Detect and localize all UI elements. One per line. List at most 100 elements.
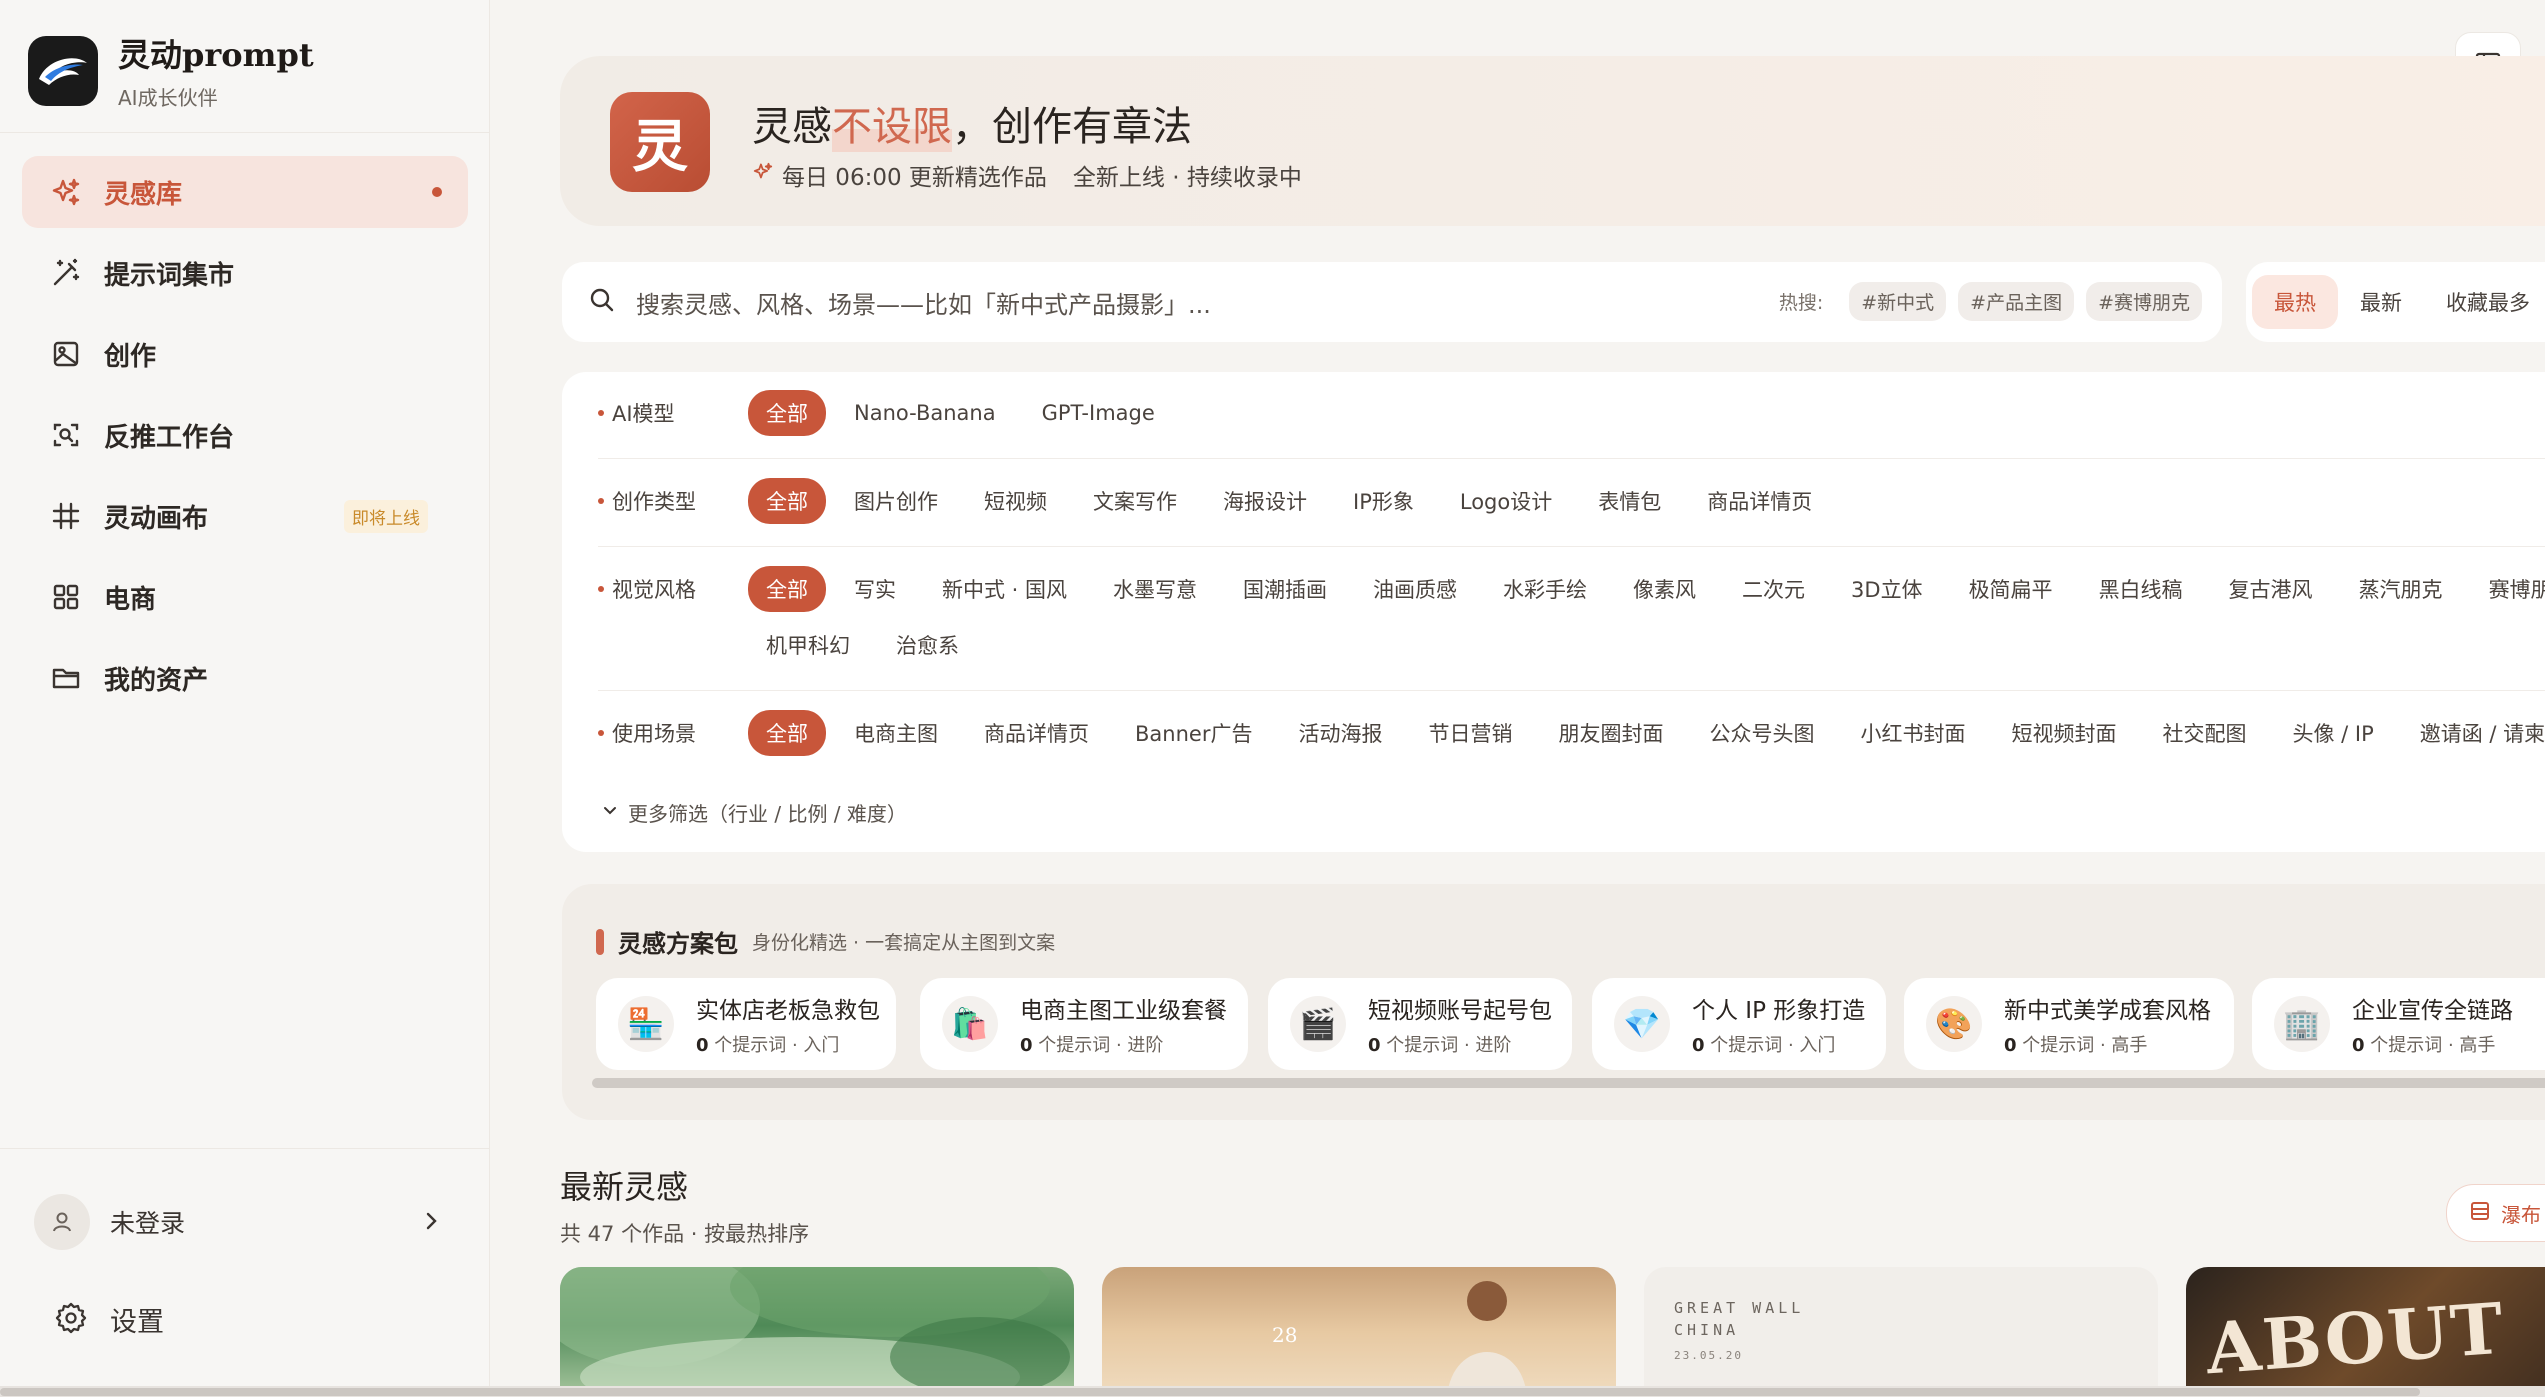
artwork-card[interactable]: 28 — [1102, 1267, 1616, 1397]
sort-hottest[interactable]: 最热 — [2252, 275, 2338, 329]
sidebar-item-reverse-workbench[interactable]: 反推工作台 — [22, 399, 468, 471]
settings-button[interactable]: 设置 — [54, 1300, 164, 1339]
packs-scrollbar[interactable] — [592, 1078, 2545, 1088]
artwork-card[interactable]: GREAT WALL CHINA 23.05.20 — [1644, 1267, 2158, 1397]
magic-wand-icon — [48, 255, 84, 291]
filter-chip[interactable]: Nano-Banana — [854, 401, 996, 425]
sidebar-item-prompt-market[interactable]: 提示词集市 — [22, 237, 468, 309]
sidebar: 灵动prompt AI成长伙伴 灵感库 提示词集市 创作 反推工作台 灵动画布 … — [0, 0, 490, 1397]
filter-chip[interactable]: 文案写作 — [1093, 486, 1177, 516]
chevron-down-icon — [600, 800, 620, 825]
filter-chip[interactable]: 头像 / IP — [2292, 718, 2373, 748]
pack-card[interactable]: 🏪 实体店老板急救包 0 个提示词 · 入门 — [596, 978, 896, 1070]
filter-chip[interactable]: 全部 — [748, 478, 826, 524]
filter-chip[interactable]: 新中式 · 国风 — [942, 574, 1067, 604]
divider — [598, 458, 2545, 459]
filter-chip[interactable]: 图片创作 — [854, 486, 938, 516]
filter-chip[interactable]: 写实 — [854, 574, 896, 604]
pack-card[interactable]: 🏢 企业宣传全链路 0 个提示词 · 高手 — [2252, 978, 2545, 1070]
sort-most-saved[interactable]: 收藏最多 — [2424, 275, 2545, 329]
filter-chip[interactable]: 商品详情页 — [1707, 486, 1812, 516]
sidebar-item-inspiration[interactable]: 灵感库 — [22, 156, 468, 228]
sidebar-item-my-assets[interactable]: 我的资产 — [22, 642, 468, 714]
filter-chip[interactable]: 水墨写意 — [1113, 574, 1197, 604]
packs-title: 灵感方案包 — [618, 930, 738, 958]
chevron-right-icon — [418, 1208, 444, 1238]
sidebar-item-label: 灵感库 — [104, 179, 183, 210]
pack-card[interactable]: 🎬 短视频账号起号包 0 个提示词 · 进阶 — [1268, 978, 1572, 1070]
filter-chip[interactable]: 国潮插画 — [1243, 574, 1327, 604]
filter-chip[interactable]: 公众号头图 — [1709, 718, 1814, 748]
user-icon — [53, 1212, 71, 1232]
pack-meta: 0 个提示词 · 进阶 — [1368, 1031, 1552, 1057]
hot-tag[interactable]: #产品主图 — [1958, 282, 2075, 321]
filter-chip[interactable]: 3D立体 — [1851, 574, 1923, 604]
more-filters-toggle[interactable]: 更多筛选（行业 / 比例 / 难度） — [600, 798, 907, 827]
filter-chip[interactable]: 邀请函 / 请柬 — [2420, 718, 2545, 748]
pack-meta: 0 个提示词 · 高手 — [2004, 1031, 2211, 1057]
filter-chip[interactable]: 活动海报 — [1298, 718, 1382, 748]
filter-chip[interactable]: GPT-Image — [1042, 401, 1155, 425]
search-input[interactable]: 搜索灵感、风格、场景——比如「新中式产品摄影」... — [636, 285, 1211, 320]
hero-update-time: 每日 06:00 更新精选作品 — [782, 165, 1047, 191]
hot-tag[interactable]: #新中式 — [1849, 282, 1947, 321]
filter-chip[interactable]: 二次元 — [1742, 574, 1805, 604]
shopping-bags-icon: 🛍️ — [942, 996, 998, 1052]
filter-chip[interactable]: 复古港风 — [2229, 574, 2313, 604]
sidebar-item-label: 反推工作台 — [104, 422, 235, 453]
filter-chip[interactable]: 极简扁平 — [1969, 574, 2053, 604]
filter-chip[interactable]: 表情包 — [1598, 486, 1661, 516]
filter-chip[interactable]: 短视频封面 — [2011, 718, 2116, 748]
artwork-text: ABOUT — [2203, 1286, 2508, 1391]
view-toggle-label: 瀑布 — [2501, 1202, 2541, 1227]
filter-chip[interactable]: 黑白线稿 — [2099, 574, 2183, 604]
brand[interactable]: 灵动prompt AI成长伙伴 — [28, 30, 314, 111]
user-login-row[interactable]: 未登录 — [34, 1192, 444, 1252]
filter-chip[interactable]: Banner广告 — [1135, 718, 1252, 748]
hot-tag[interactable]: #赛博朋克 — [2086, 282, 2202, 321]
filter-chip[interactable]: Logo设计 — [1460, 486, 1552, 516]
waterfall-view-toggle[interactable]: 瀑布 — [2446, 1184, 2545, 1242]
packs-header: 灵感方案包 身份化精选 · 一套搞定从主图到文案 — [596, 924, 1055, 959]
filter-chip[interactable]: 节日营销 — [1428, 718, 1512, 748]
avatar — [34, 1194, 90, 1250]
filter-chip[interactable]: 商品详情页 — [984, 718, 1089, 748]
filter-chip[interactable]: 全部 — [748, 710, 826, 756]
sidebar-nav: 灵感库 提示词集市 创作 反推工作台 灵动画布 即将上线 电商 我的资产 — [22, 156, 468, 723]
latest-subtitle: 共 47 个作品 · 按最热排序 — [560, 1222, 810, 1246]
artwork-card[interactable]: ABOUT — [2186, 1267, 2545, 1397]
filter-chip[interactable]: 朋友圈封面 — [1558, 718, 1663, 748]
filter-chip[interactable]: 小红书封面 — [1860, 718, 1965, 748]
filter-chip[interactable]: IP形象 — [1353, 486, 1414, 516]
pack-card[interactable]: 🎨 新中式美学成套风格 0 个提示词 · 高手 — [1904, 978, 2234, 1070]
sidebar-item-ecommerce[interactable]: 电商 — [22, 561, 468, 633]
hero-subtitle: 每日 06:00 更新精选作品 全新上线 · 持续收录中 — [752, 158, 1302, 192]
filter-chip[interactable]: 短视频 — [984, 486, 1047, 516]
pack-title: 短视频账号起号包 — [1368, 998, 1552, 1024]
search-bar[interactable]: 搜索灵感、风格、场景——比如「新中式产品摄影」... 热搜: #新中式 #产品主… — [562, 262, 2222, 342]
filter-chip[interactable]: 全部 — [748, 566, 826, 612]
pack-card[interactable]: 💎 个人 IP 形象打造 0 个提示词 · 入门 — [1592, 978, 1886, 1070]
filter-chip[interactable]: 电商主图 — [854, 718, 938, 748]
filter-chip[interactable]: 治愈系 — [896, 630, 959, 660]
brand-subtitle: AI成长伙伴 — [118, 86, 218, 110]
hot-label: 热搜: — [1778, 292, 1824, 314]
artwork-text-line: CHINA — [1674, 1321, 1740, 1339]
sort-newest[interactable]: 最新 — [2338, 275, 2424, 329]
filter-chip[interactable]: 油画质感 — [1373, 574, 1457, 604]
filter-chip[interactable]: 水彩手绘 — [1503, 574, 1587, 604]
divider — [0, 132, 490, 133]
pack-title: 实体店老板急救包 — [696, 998, 880, 1024]
filter-chip[interactable]: 蒸汽朋克 — [2359, 574, 2443, 604]
filter-chip[interactable]: 海报设计 — [1223, 486, 1307, 516]
sidebar-item-canvas[interactable]: 灵动画布 即将上线 — [22, 480, 468, 552]
filter-chip[interactable]: 全部 — [748, 390, 826, 436]
filter-chip[interactable]: 社交配图 — [2162, 718, 2246, 748]
horizontal-scrollbar[interactable] — [0, 1388, 2420, 1396]
sidebar-item-create[interactable]: 创作 — [22, 318, 468, 390]
filter-chip[interactable]: 机甲科幻 — [766, 630, 850, 660]
artwork-card[interactable] — [560, 1267, 1074, 1397]
filter-chip[interactable]: 像素风 — [1633, 574, 1696, 604]
filter-chip[interactable]: 赛博朋 — [2489, 574, 2545, 604]
pack-card[interactable]: 🛍️ 电商主图工业级套餐 0 个提示词 · 进阶 — [920, 978, 1248, 1070]
